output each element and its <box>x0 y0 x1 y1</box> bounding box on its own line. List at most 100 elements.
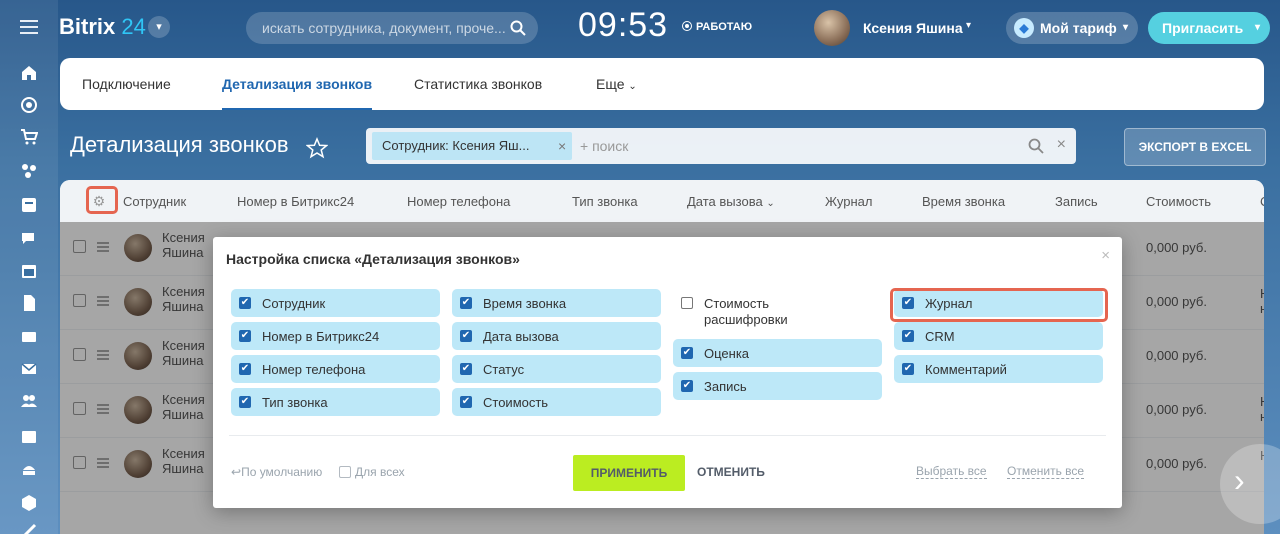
pin-icon[interactable] <box>20 522 38 534</box>
chat-icon[interactable] <box>20 230 38 248</box>
checkbox-checked-icon[interactable]: ✔ <box>239 396 251 408</box>
option-status[interactable]: ✔ Статус <box>452 355 661 383</box>
checkbox-checked-icon[interactable]: ✔ <box>460 297 472 309</box>
status-dot-icon <box>682 21 692 31</box>
dialog-title: Настройка списка «Детализация звонков» <box>226 251 520 267</box>
checkbox-checked-icon[interactable]: ✔ <box>902 330 914 342</box>
clock[interactable]: 09:53 <box>578 6 668 45</box>
column-header[interactable]: Номер в Битрикс24 <box>237 194 354 209</box>
left-sidebar <box>0 0 58 534</box>
mail-icon[interactable] <box>20 360 38 378</box>
target-icon[interactable] <box>20 96 38 114</box>
calendar-list-icon[interactable] <box>20 196 38 214</box>
option-call-date[interactable]: ✔ Дата вызова <box>452 322 661 350</box>
apps-icon[interactable] <box>20 162 38 180</box>
option-record[interactable]: ✔ Запись <box>673 372 882 400</box>
tab-call-details[interactable]: Детализация звонков <box>222 76 373 110</box>
search-icon[interactable] <box>510 20 526 36</box>
unselect-all-link[interactable]: Отменить все <box>1007 464 1085 479</box>
option-rating[interactable]: ✔ Оценка <box>673 339 882 367</box>
search-placeholder: искать сотрудника, документ, проче... <box>262 20 506 36</box>
top-bar: Bitrix 24 ▾ искать сотрудника, документ,… <box>58 0 1280 56</box>
checkbox-checked-icon[interactable]: ✔ <box>902 363 914 375</box>
user-avatar[interactable] <box>814 10 850 46</box>
reset-default-link[interactable]: ↩По умолчанию <box>231 465 322 479</box>
list-settings-dialog: Настройка списка «Детализация звонков» ×… <box>213 237 1122 508</box>
column-header[interactable]: Сотрудник <box>123 194 186 209</box>
checkbox-checked-icon[interactable]: ✔ <box>239 330 251 342</box>
work-status[interactable]: РАБОТАЮ <box>682 21 752 33</box>
document-icon[interactable] <box>20 294 38 312</box>
android-icon[interactable] <box>20 460 38 478</box>
chevron-down-icon: ▾ <box>1122 22 1128 33</box>
user-name[interactable]: Ксения Яшина <box>863 20 963 36</box>
home-icon[interactable] <box>20 64 38 82</box>
filter-search[interactable]: Сотрудник: Ксения Яш... × + поиск × <box>366 128 1076 164</box>
tab-bar: Подключение Детализация звонков Статисти… <box>60 58 1264 110</box>
cube-icon[interactable] <box>20 494 38 512</box>
checkbox-unchecked-icon[interactable] <box>681 297 693 309</box>
search-input[interactable]: искать сотрудника, документ, проче... <box>246 12 538 44</box>
column-header[interactable]: Время звонка <box>922 194 1005 209</box>
invite-button[interactable]: Пригласить ▾ <box>1148 12 1270 44</box>
undo-icon: ↩ <box>231 465 242 479</box>
option-bitrix-number[interactable]: ✔ Номер в Битрикс24 <box>231 322 440 350</box>
contact-card-icon[interactable] <box>20 428 38 446</box>
checkbox-checked-icon[interactable]: ✔ <box>681 380 693 392</box>
option-crm[interactable]: ✔ CRM <box>894 322 1103 350</box>
tab-connection[interactable]: Подключение <box>82 76 171 92</box>
tarif-button[interactable]: ◆ Мой тариф ▾ <box>1006 12 1138 44</box>
highlight-box <box>890 288 1108 322</box>
option-cost[interactable]: ✔ Стоимость <box>452 388 661 416</box>
column-header[interactable]: Запись <box>1055 194 1098 209</box>
option-call-time[interactable]: ✔ Время звонка <box>452 289 661 317</box>
divider <box>229 435 1106 436</box>
chevron-down-icon: ▾ <box>1254 22 1260 33</box>
checkbox-checked-icon[interactable]: ✔ <box>460 363 472 375</box>
page-title: Детализация звонков <box>70 132 289 157</box>
close-icon[interactable]: × <box>1101 247 1110 264</box>
chevron-down-icon[interactable]: ▾ <box>148 16 170 38</box>
column-header[interactable]: Дата вызова ⌄ <box>687 194 775 209</box>
chevron-right-icon: › <box>1234 462 1245 498</box>
chevron-down-icon: ⌄ <box>766 198 775 209</box>
checkbox-checked-icon[interactable]: ✔ <box>460 330 472 342</box>
drive-icon[interactable] <box>20 328 38 346</box>
option-phone-number[interactable]: ✔ Номер телефона <box>231 355 440 383</box>
option-employee[interactable]: ✔ Сотрудник <box>231 289 440 317</box>
close-icon[interactable]: × <box>1057 136 1066 154</box>
logo[interactable]: Bitrix 24 <box>59 14 146 40</box>
chevron-down-icon[interactable]: ▾ <box>966 20 971 31</box>
column-header[interactable]: Номер телефона <box>407 194 510 209</box>
filter-placeholder: + поиск <box>580 138 629 154</box>
star-icon[interactable] <box>306 137 328 159</box>
column-header[interactable]: Журнал <box>825 194 872 209</box>
option-transcription-cost[interactable]: Стоимость расшифровки <box>673 289 882 333</box>
checkbox-unchecked-icon[interactable] <box>339 466 351 478</box>
search-icon[interactable] <box>1028 138 1044 154</box>
column-header[interactable]: Тип звонка <box>572 194 638 209</box>
column-header[interactable]: С <box>1260 194 1264 209</box>
checkbox-checked-icon[interactable]: ✔ <box>239 297 251 309</box>
checkbox-checked-icon[interactable]: ✔ <box>460 396 472 408</box>
export-excel-button[interactable]: ЭКСПОРТ В EXCEL <box>1124 128 1266 166</box>
option-comment[interactable]: ✔ Комментарий <box>894 355 1103 383</box>
close-icon[interactable]: × <box>558 132 566 160</box>
chevron-down-icon: ⌄ <box>628 81 637 92</box>
apply-button[interactable]: ПРИМЕНИТЬ <box>573 455 685 491</box>
menu-icon[interactable] <box>20 20 38 34</box>
select-all-link[interactable]: Выбрать все <box>916 464 987 479</box>
for-all-checkbox[interactable]: Для всех <box>339 465 405 479</box>
users-icon[interactable] <box>20 392 38 410</box>
cart-icon[interactable] <box>20 128 39 146</box>
tab-more[interactable]: Еще ⌄ <box>596 76 637 92</box>
calendar-icon[interactable] <box>20 262 38 280</box>
cancel-button[interactable]: ОТМЕНИТЬ <box>697 465 765 479</box>
checkbox-checked-icon[interactable]: ✔ <box>239 363 251 375</box>
column-header[interactable]: Стоимость <box>1146 194 1211 209</box>
highlight-box <box>86 186 118 214</box>
tab-call-stats[interactable]: Статистика звонков <box>414 76 542 92</box>
filter-chip[interactable]: Сотрудник: Ксения Яш... <box>372 132 572 160</box>
option-call-type[interactable]: ✔ Тип звонка <box>231 388 440 416</box>
checkbox-checked-icon[interactable]: ✔ <box>681 347 693 359</box>
